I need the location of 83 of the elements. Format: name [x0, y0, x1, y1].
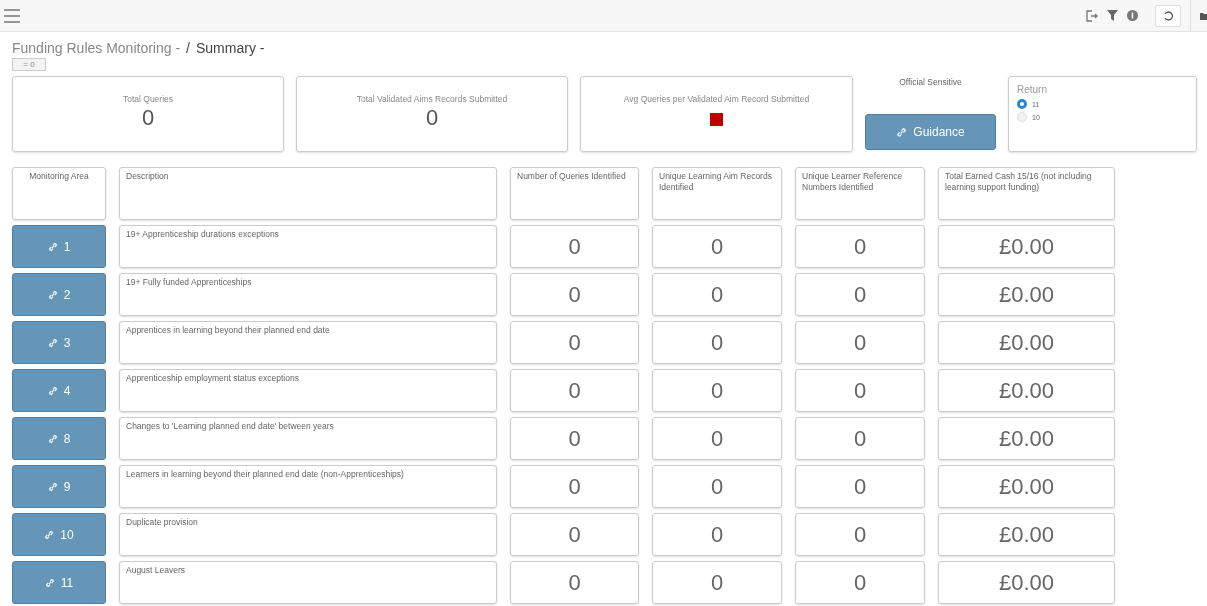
monitoring-area-button[interactable]: 2 [12, 273, 106, 316]
table-cell: 0 [795, 417, 925, 460]
table-cell: £0.00 [938, 417, 1115, 460]
refresh-icon [1163, 10, 1173, 21]
table-cell: 0 [510, 561, 639, 604]
table-cell: 0 [510, 465, 639, 508]
stat-label: Total Validated Aims Records Submitted [356, 94, 508, 104]
table-cell: 0 [510, 225, 639, 268]
stat-value: 0 [141, 105, 155, 131]
table-cell: £0.00 [938, 225, 1115, 268]
table-cell: 0 [652, 369, 782, 412]
monitoring-area-button[interactable]: 3 [12, 321, 106, 364]
monitoring-area-button[interactable]: 11 [12, 561, 106, 604]
stat-label: Total Queries [122, 94, 174, 104]
table-cell: Learners in learning beyond their planned end date (non-Apprenticeships) [119, 465, 497, 508]
monitoring-area-button[interactable]: 8 [12, 417, 106, 460]
table-cell: Apprentices in learning beyond their planned end date [119, 321, 497, 364]
link-icon [44, 577, 55, 588]
refresh-button[interactable] [1155, 4, 1181, 27]
guidance-button[interactable]: Guidance [865, 114, 996, 150]
link-icon [47, 337, 58, 348]
table-cell: £0.00 [938, 273, 1115, 316]
table-cell: Changes to 'Learning planned end date' between years [119, 417, 497, 460]
table-cell: 0 [652, 321, 782, 364]
classification-label: Official Sensitive [899, 77, 962, 87]
table-cell: £0.00 [938, 369, 1115, 412]
link-icon [47, 289, 58, 300]
page-title: Summary - [196, 40, 265, 56]
radio-button[interactable] [1017, 99, 1027, 109]
column-header: Description [119, 167, 497, 220]
table-cell: 0 [795, 369, 925, 412]
link-icon [896, 126, 908, 138]
table-cell: 19+ Apprenticeship durations exceptions [119, 225, 497, 268]
table-cell: 0 [652, 513, 782, 556]
menu-icon[interactable] [4, 8, 20, 23]
monitoring-area-button[interactable]: 4 [12, 369, 106, 412]
link-icon [47, 433, 58, 444]
column-header: Total Earned Cash 15/16 (not including learning support funding) [938, 167, 1115, 220]
sign-out-icon[interactable] [1086, 9, 1098, 22]
filter-icon[interactable] [1107, 10, 1118, 21]
return-label: Return [1017, 84, 1048, 95]
table-cell: 0 [510, 273, 639, 316]
column-header: Unique Learning Aim Records Identified [652, 167, 782, 220]
table-cell: 0 [652, 417, 782, 460]
table-cell: 0 [510, 513, 639, 556]
table-cell: 0 [795, 465, 925, 508]
link-icon [47, 481, 58, 492]
table-cell: £0.00 [938, 561, 1115, 604]
stat-value: 0 [425, 105, 439, 131]
table-cell: 0 [795, 321, 925, 364]
table-cell: 0 [652, 465, 782, 508]
link-icon [47, 385, 58, 396]
table-cell: £0.00 [938, 513, 1115, 556]
table-cell: 0 [652, 273, 782, 316]
link-icon [44, 529, 55, 540]
link-icon [47, 241, 58, 252]
table-cell: 0 [795, 225, 925, 268]
table-cell: 0 [510, 417, 639, 460]
info-icon[interactable] [1127, 10, 1138, 21]
table-cell: 19+ Fully funded Apprenticeships [119, 273, 497, 316]
table-cell: Apprenticeship employment status exceptions [119, 369, 497, 412]
table-cell: 0 [795, 513, 925, 556]
column-header: Monitoring Area [12, 167, 106, 220]
monitoring-area-button[interactable]: 10 [12, 513, 106, 556]
filter-chip[interactable]: = 0 [12, 58, 46, 71]
table-cell: Duplicate provision [119, 513, 497, 556]
folder-icon[interactable] [1200, 10, 1207, 21]
column-header: Unique Learner Reference Numbers Identified [795, 167, 925, 220]
table-cell: 0 [652, 225, 782, 268]
breadcrumb-link[interactable]: Funding Rules Monitoring - [12, 40, 181, 56]
stat-label: Avg Queries per Validated Aim Record Submitted [623, 94, 810, 104]
table-cell: £0.00 [938, 321, 1115, 364]
table-cell: 0 [510, 321, 639, 364]
table-cell: £0.00 [938, 465, 1115, 508]
table-cell: 0 [795, 561, 925, 604]
monitoring-area-button[interactable]: 9 [12, 465, 106, 508]
monitoring-area-button[interactable]: 1 [12, 225, 106, 268]
table-cell: 0 [652, 561, 782, 604]
table-cell: August Leavers [119, 561, 497, 604]
table-cell: 0 [795, 273, 925, 316]
column-header: Number of Queries Identified [510, 167, 639, 220]
breadcrumb-separator: / [186, 40, 190, 56]
table-cell: 0 [510, 369, 639, 412]
